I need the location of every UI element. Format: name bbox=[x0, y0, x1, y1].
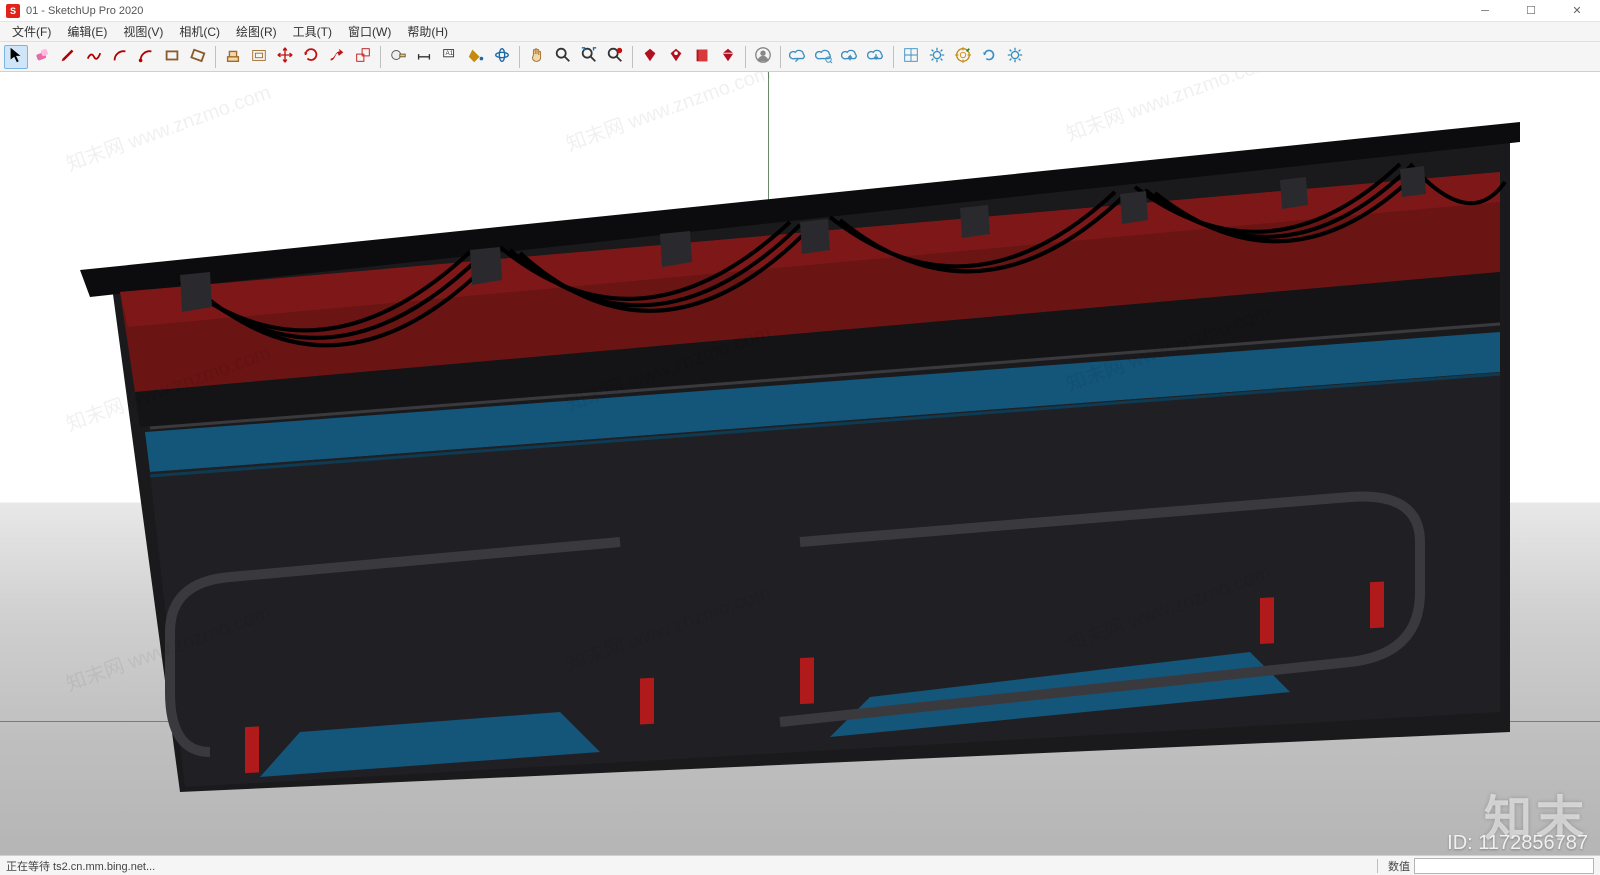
select-tool-icon bbox=[7, 46, 25, 67]
svg-text:A1: A1 bbox=[446, 50, 454, 57]
pushpull-tool[interactable] bbox=[221, 45, 245, 69]
line-tool[interactable] bbox=[56, 45, 80, 69]
tape-measure-tool[interactable] bbox=[386, 45, 410, 69]
extension-2[interactable] bbox=[664, 45, 688, 69]
extension-1-icon bbox=[641, 46, 659, 67]
rotated-rectangle-tool[interactable] bbox=[186, 45, 210, 69]
extension-4[interactable] bbox=[716, 45, 740, 69]
menu-view[interactable]: 视图(V) bbox=[115, 21, 171, 42]
pan-tool-icon bbox=[528, 46, 546, 67]
freehand-tool[interactable] bbox=[82, 45, 106, 69]
measurement-label: 数值 bbox=[1388, 858, 1410, 874]
rotate-tool-icon bbox=[302, 46, 320, 67]
zoom-window-tool[interactable] bbox=[603, 45, 627, 69]
grid-tool-icon bbox=[902, 46, 920, 67]
pan-tool[interactable] bbox=[525, 45, 549, 69]
rectangle-tool[interactable] bbox=[160, 45, 184, 69]
followme-tool-icon bbox=[328, 46, 346, 67]
paint-bucket-tool[interactable] bbox=[464, 45, 488, 69]
arc2-tool[interactable] bbox=[134, 45, 158, 69]
rotated-rectangle-tool-icon bbox=[189, 46, 207, 67]
orbit-tool-icon bbox=[493, 46, 511, 67]
move-tool[interactable] bbox=[273, 45, 297, 69]
dimension-tool-icon bbox=[415, 46, 433, 67]
extension-4-icon bbox=[719, 46, 737, 67]
maximize-button[interactable]: ☐ bbox=[1508, 0, 1554, 22]
menu-tools[interactable]: 工具(T) bbox=[285, 21, 340, 42]
user-account[interactable] bbox=[751, 45, 775, 69]
measurement-input[interactable] bbox=[1414, 858, 1594, 874]
cloud-sync-2-icon bbox=[815, 46, 833, 67]
zoom-window-tool-icon bbox=[606, 46, 624, 67]
scale-tool-icon bbox=[354, 46, 372, 67]
user-account-icon bbox=[754, 46, 772, 67]
eraser-tool[interactable] bbox=[30, 45, 54, 69]
statusbar: 正在等待 ts2.cn.mm.bing.net... 数值 bbox=[0, 855, 1600, 875]
tape-measure-tool-icon bbox=[389, 46, 407, 67]
minimize-button[interactable]: ─ bbox=[1462, 0, 1508, 22]
titlebar: S 01 - SketchUp Pro 2020 ─ ☐ ✕ bbox=[0, 0, 1600, 22]
viewport[interactable]: 知末网 www.znzmo.com 知末网 www.znzmo.com 知末网 … bbox=[0, 72, 1600, 855]
text-tool[interactable]: A1 bbox=[438, 45, 462, 69]
select-tool[interactable] bbox=[4, 45, 28, 69]
extension-1[interactable] bbox=[638, 45, 662, 69]
settings-2[interactable] bbox=[1003, 45, 1027, 69]
zoom-extents-tool[interactable] bbox=[577, 45, 601, 69]
target-tool-icon bbox=[954, 46, 972, 67]
menu-draw[interactable]: 绘图(R) bbox=[228, 21, 285, 42]
cloud-download[interactable] bbox=[864, 45, 888, 69]
eraser-tool-icon bbox=[33, 46, 51, 67]
rotate-tool[interactable] bbox=[299, 45, 323, 69]
cloud-sync-1[interactable] bbox=[786, 45, 810, 69]
status-message: 正在等待 ts2.cn.mm.bing.net... bbox=[0, 858, 155, 874]
paint-bucket-tool-icon bbox=[467, 46, 485, 67]
cloud-sync-2[interactable] bbox=[812, 45, 836, 69]
menu-edit[interactable]: 编辑(E) bbox=[59, 21, 115, 42]
followme-tool[interactable] bbox=[325, 45, 349, 69]
line-tool-icon bbox=[59, 46, 77, 67]
cloud-upload-icon bbox=[841, 46, 859, 67]
app-icon: S bbox=[6, 4, 20, 18]
menubar: 文件(F)编辑(E)视图(V)相机(C)绘图(R)工具(T)窗口(W)帮助(H) bbox=[0, 22, 1600, 42]
text-tool-icon: A1 bbox=[441, 46, 459, 67]
grid-tool[interactable] bbox=[899, 45, 923, 69]
model-id-overlay: ID: 1172856787 bbox=[1447, 832, 1588, 855]
menu-help[interactable]: 帮助(H) bbox=[399, 21, 456, 42]
menu-window[interactable]: 窗口(W) bbox=[340, 21, 399, 42]
scale-tool[interactable] bbox=[351, 45, 375, 69]
freehand-tool-icon bbox=[85, 46, 103, 67]
settings-2-icon bbox=[1006, 46, 1024, 67]
orbit-tool[interactable] bbox=[490, 45, 514, 69]
toolbar: A1 bbox=[0, 42, 1600, 72]
extension-3[interactable] bbox=[690, 45, 714, 69]
move-tool-icon bbox=[276, 46, 294, 67]
dimension-tool[interactable] bbox=[412, 45, 436, 69]
settings-1[interactable] bbox=[925, 45, 949, 69]
arc2-tool-icon bbox=[137, 46, 155, 67]
zoom-tool[interactable] bbox=[551, 45, 575, 69]
refresh-tool-icon bbox=[980, 46, 998, 67]
settings-1-icon bbox=[928, 46, 946, 67]
cloud-download-icon bbox=[867, 46, 885, 67]
rectangle-tool-icon bbox=[163, 46, 181, 67]
target-tool[interactable] bbox=[951, 45, 975, 69]
offset-tool[interactable] bbox=[247, 45, 271, 69]
arc-tool[interactable] bbox=[108, 45, 132, 69]
extension-2-icon bbox=[667, 46, 685, 67]
refresh-tool[interactable] bbox=[977, 45, 1001, 69]
window-title: 01 - SketchUp Pro 2020 bbox=[26, 5, 143, 17]
cloud-upload[interactable] bbox=[838, 45, 862, 69]
arc-tool-icon bbox=[111, 46, 129, 67]
cloud-sync-1-icon bbox=[789, 46, 807, 67]
offset-tool-icon bbox=[250, 46, 268, 67]
extension-3-icon bbox=[693, 46, 711, 67]
menu-camera[interactable]: 相机(C) bbox=[171, 21, 228, 42]
close-button[interactable]: ✕ bbox=[1554, 0, 1600, 22]
menu-file[interactable]: 文件(F) bbox=[4, 21, 59, 42]
model-render bbox=[0, 72, 1600, 855]
zoom-extents-tool-icon bbox=[580, 46, 598, 67]
zoom-tool-icon bbox=[554, 46, 572, 67]
pushpull-tool-icon bbox=[224, 46, 242, 67]
